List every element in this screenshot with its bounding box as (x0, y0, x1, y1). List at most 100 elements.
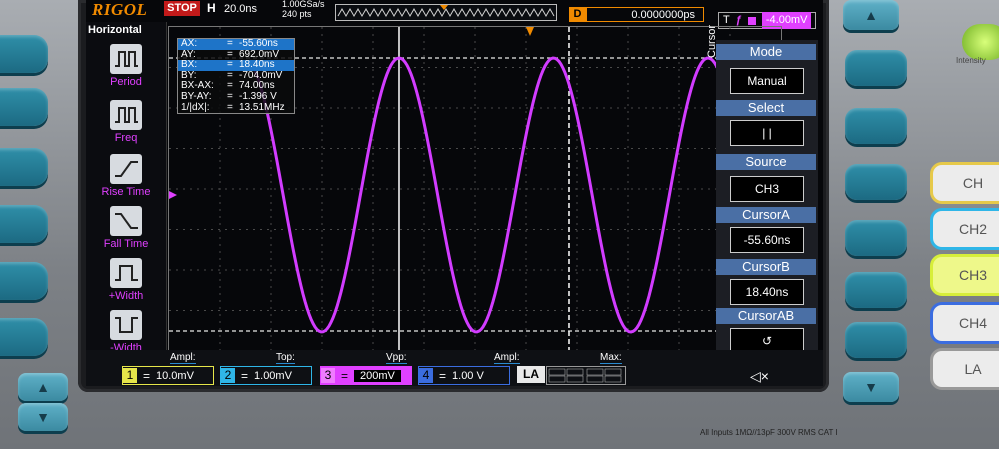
left-up-key[interactable]: ▲ (18, 373, 68, 401)
la-channel-map (546, 366, 626, 385)
right-softkey-4[interactable] (845, 220, 907, 256)
ch2-scale[interactable]: 2 = 1.00mV (220, 366, 312, 385)
memory-points: 240 pts (282, 9, 312, 19)
menu-title: Horizontal (88, 24, 142, 36)
cursor-readout-key: 1/|dX|: (181, 101, 210, 113)
menu-item-label: Freq (114, 132, 138, 144)
source-title: Source (716, 154, 816, 170)
horizontal-label: H (207, 1, 216, 15)
ch4-scale[interactable]: 4 = 1.00 V (418, 366, 510, 385)
menu-item-rise-time[interactable]: Rise Time (86, 154, 166, 198)
ch3-number: 3 (321, 368, 335, 383)
freq-icon (110, 100, 142, 130)
minus-width-icon (110, 310, 142, 340)
measure-label-2: Top: (276, 352, 295, 364)
down-arrow-icon: ▼ (36, 409, 50, 425)
select-value[interactable]: | | (730, 120, 804, 146)
left-softkey-4[interactable] (0, 205, 48, 243)
fall-time-icon (110, 206, 142, 236)
left-softkey-2[interactable] (0, 88, 48, 126)
sample-info: 1.00GSa/s 240 pts (282, 0, 325, 19)
memory-position-strip (335, 4, 557, 21)
cursor-readout-key: BY-AY: (181, 90, 212, 102)
left-softkey-5[interactable] (0, 262, 48, 300)
period-icon (110, 44, 142, 74)
measure-label-1: Ampl: (170, 352, 196, 364)
cursor-a-value[interactable]: -55.60ns (730, 227, 804, 253)
ch3-waveform (247, 56, 775, 334)
la-key[interactable]: LA (930, 348, 999, 390)
left-softkey-6[interactable] (0, 318, 48, 356)
trigger-channel-indicator (747, 16, 756, 25)
brand-logo: RIGOL (92, 0, 148, 19)
menu-item-freq[interactable]: Freq (86, 100, 166, 144)
mode-value[interactable]: Manual (730, 68, 804, 94)
cursor-a-title: CursorA (716, 207, 816, 223)
ch1-key[interactable]: CH (930, 162, 999, 204)
up-arrow-icon: ▲ (864, 7, 878, 23)
menu-item-minus-width[interactable]: -Width (86, 310, 166, 354)
power-led[interactable] (962, 24, 999, 60)
mode-title: Mode (716, 44, 816, 60)
cursor-readout-row: 1/|dX|: = 13.51MHz (178, 101, 294, 114)
ch2-eq: = (241, 368, 249, 383)
ch3-scale[interactable]: 3 = 200mV (320, 366, 412, 385)
ch4-key[interactable]: CH4 (930, 302, 999, 344)
cursor-readout-value: 13.51MHz (239, 101, 285, 113)
channel-status-bar: Ampl: Top: Vpp: Ampl: Max: 1 = 10.0mV 2 … (86, 350, 823, 386)
select-title: Select (716, 100, 816, 116)
right-softkey-1[interactable] (845, 50, 907, 86)
ch4-eq: = (439, 368, 447, 383)
menu-item-label: Fall Time (103, 238, 149, 250)
ch3-key[interactable]: CH3 (930, 254, 999, 296)
cursor-menu: Cursor Mode Manual Select | | Source CH3… (706, 25, 818, 356)
delay-label: D (569, 7, 586, 22)
right-softkey-5[interactable] (845, 272, 907, 308)
cursor-readout-eq: = (227, 101, 233, 113)
cursor-readout: AX: = -55.60ns AY: = 692.0mV BX: = 18.40ns BY: = -7… (177, 38, 295, 115)
ch2-scale-value: 1.00mV (254, 369, 292, 382)
sample-rate: 1.00GSa/s (282, 0, 325, 9)
cursor-readout-row: BY-AY: = -1.396 V (178, 90, 294, 103)
ch4-scale-value: 1.00 V (452, 369, 484, 382)
memory-strip-waveform (337, 5, 555, 18)
delay-value: 0.0000000ps (586, 7, 704, 22)
left-down-key[interactable]: ▼ (18, 403, 68, 431)
cursor-readout-eq: = (227, 38, 233, 49)
cursor-readout-value: -55.60ns (239, 38, 278, 49)
menu-item-label: +Width (108, 290, 144, 302)
speaker-icon[interactable]: ◁× (750, 368, 769, 385)
ch1-number: 1 (123, 368, 137, 383)
menu-item-label: Rise Time (101, 186, 151, 198)
ch1-scale-value: 10.0mV (156, 369, 194, 382)
left-softkey-3[interactable] (0, 148, 48, 186)
down-arrow-icon: ▼ (864, 379, 878, 395)
right-up-key[interactable]: ▲ (843, 0, 899, 30)
timebase-value: 20.0ns (224, 3, 258, 15)
cursor-b-value[interactable]: 18.40ns (730, 279, 804, 305)
source-value[interactable]: CH3 (730, 176, 804, 202)
menu-item-period[interactable]: Period (86, 44, 166, 88)
up-arrow-icon: ▲ (36, 379, 50, 395)
horizontal-measure-menu: Horizontal Period Freq Rise Time Fall Ti… (86, 22, 167, 354)
right-softkey-3[interactable] (845, 164, 907, 200)
cursor-readout-eq: = (227, 90, 233, 102)
plus-width-icon (110, 258, 142, 288)
input-spec-label: All Inputs 1MΩ//13pF 300V RMS CAT I (700, 428, 838, 437)
measure-label-4: Ampl: (494, 352, 520, 364)
measure-label-3: Vpp: (386, 352, 407, 364)
cursor-readout-key: AX: (181, 38, 198, 49)
ch2-key[interactable]: CH2 (930, 208, 999, 250)
right-down-key[interactable]: ▼ (843, 372, 899, 402)
cursor-b-title: CursorB (716, 259, 816, 275)
left-softkey-1[interactable] (0, 35, 48, 73)
right-softkey-2[interactable] (845, 108, 907, 144)
menu-item-plus-width[interactable]: +Width (86, 258, 166, 302)
ch1-eq: = (143, 368, 151, 383)
menu-item-label: Period (110, 76, 142, 88)
la-status[interactable]: LA (517, 366, 545, 383)
right-softkey-6[interactable] (845, 322, 907, 358)
ch1-scale[interactable]: 1 = 10.0mV (122, 366, 214, 385)
menu-item-fall-time[interactable]: Fall Time (86, 206, 166, 250)
cursor-ab-title: CursorAB (716, 308, 816, 324)
